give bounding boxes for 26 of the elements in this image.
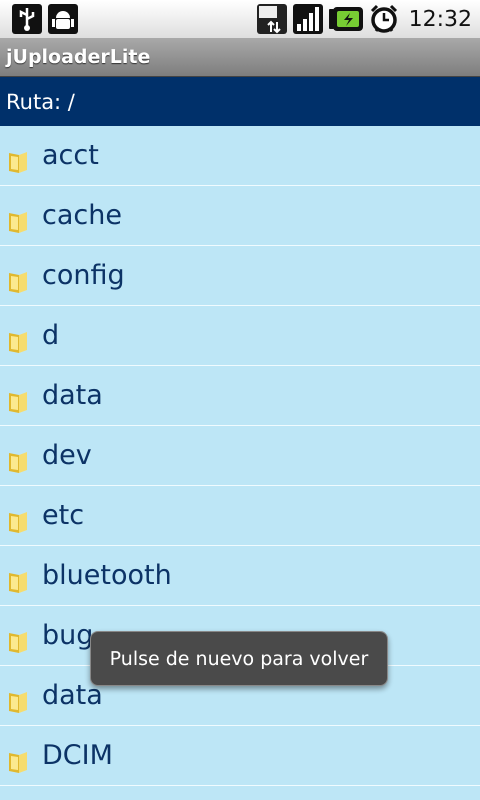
folder-row[interactable]: config bbox=[0, 246, 480, 306]
folder-name: d bbox=[42, 320, 60, 351]
folder-name: dev bbox=[42, 440, 92, 471]
folder-row[interactable]: DCIM bbox=[0, 726, 480, 786]
signal-icon bbox=[292, 4, 323, 34]
clock-time: 12:32 bbox=[408, 6, 472, 32]
alarm-clock-icon bbox=[368, 4, 399, 34]
usb-icon bbox=[12, 4, 42, 34]
folder-name: acct bbox=[42, 140, 99, 171]
folder-row[interactable]: bluetooth bbox=[0, 546, 480, 606]
message-toast: Pulse de nuevo para volver bbox=[90, 631, 388, 686]
folder-name: etc bbox=[42, 500, 84, 531]
folder-row[interactable]: cache bbox=[0, 186, 480, 246]
folder-row[interactable]: acct bbox=[0, 126, 480, 186]
folder-name: cache bbox=[42, 200, 122, 231]
folder-name: bluetooth bbox=[42, 560, 172, 591]
folder-name: DCIM bbox=[42, 740, 113, 771]
path-label: Ruta: / bbox=[6, 90, 75, 114]
folder-name: data bbox=[42, 380, 103, 411]
battery-charging-icon bbox=[328, 4, 363, 34]
app-title: jUploaderLite bbox=[6, 46, 150, 68]
folder-row[interactable]: dev bbox=[0, 426, 480, 486]
folder-row[interactable]: etc bbox=[0, 486, 480, 546]
folder-row[interactable]: d bbox=[0, 306, 480, 366]
folder-name: config bbox=[42, 260, 125, 291]
folder-row[interactable]: data bbox=[0, 366, 480, 426]
